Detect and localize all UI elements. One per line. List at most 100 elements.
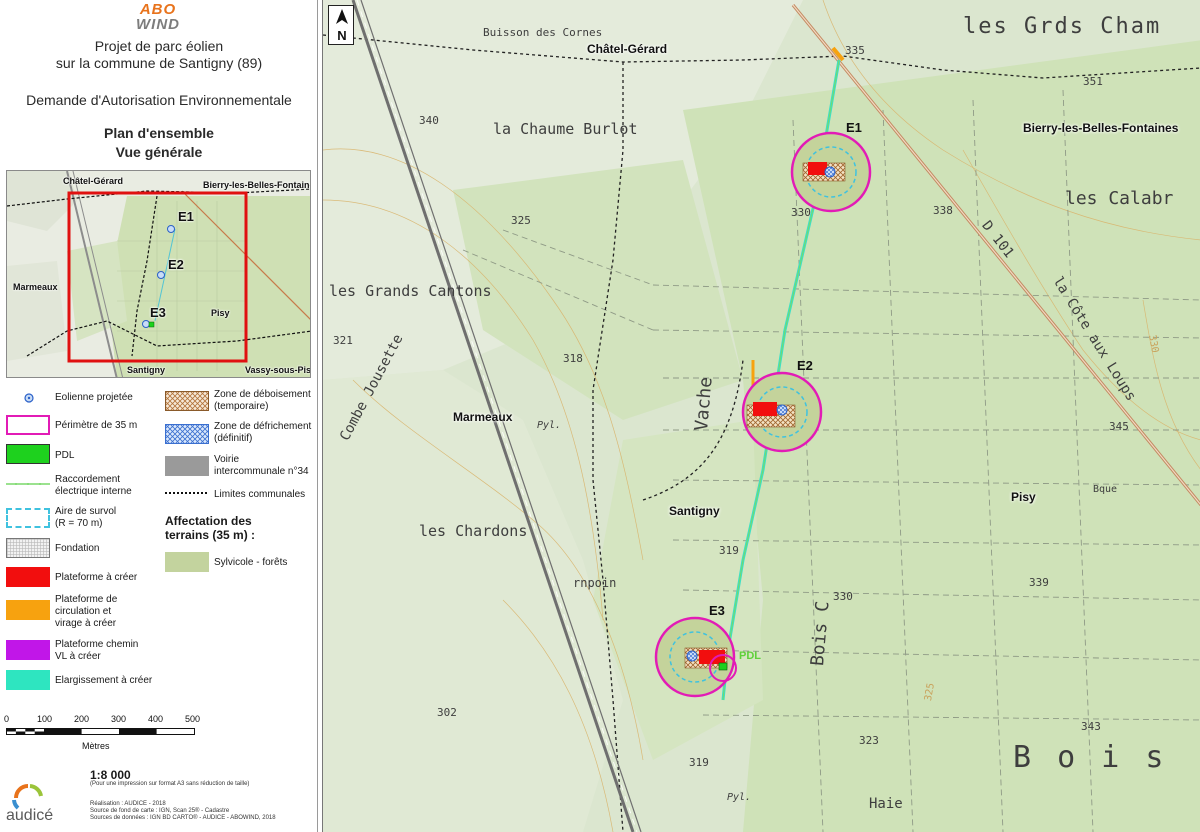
legend-circulation-2: circulation et: [55, 606, 112, 617]
overview-label-santigny: Santigny: [127, 365, 166, 375]
legend-sylvicole: Sylvicole - forêts: [214, 557, 288, 568]
map-label-santigny: Santigny: [669, 504, 720, 518]
affectation-heading: Affectation des terrains (35 m) :: [165, 514, 256, 542]
legend-defrichement-1: Zone de défrichement: [214, 421, 312, 432]
topo-calabr: les Calabr: [1065, 188, 1174, 209]
scale-tick-500: 500: [185, 714, 201, 724]
map-label-pisy: Pisy: [1011, 490, 1036, 504]
credits-block: Réalisation : AUDICE - 2018 Source de fo…: [90, 801, 276, 821]
overview-turbine-e3: E3: [150, 305, 166, 320]
topo-haie: Haie: [869, 796, 903, 812]
legend-voirie-1: Voirie: [214, 454, 240, 465]
legend-chemin-2: VL à créer: [55, 651, 101, 662]
scale-tick-0: 0: [4, 714, 10, 724]
alt-330b: 330: [833, 590, 853, 603]
overview-label-chatel: Châtel-Gérard: [63, 176, 124, 186]
demande-title: Demande d'Autorisation Environnementale: [26, 92, 292, 108]
alt-318: 318: [563, 352, 583, 365]
alt-321: 321: [333, 334, 353, 347]
sylvicole-swatch: [165, 552, 209, 572]
alt-351: 351: [1083, 75, 1103, 88]
turbine-e1[interactable]: E1: [846, 120, 862, 135]
elargissement-swatch: [6, 670, 50, 690]
map-label-chatel: Châtel-Gérard: [587, 42, 668, 56]
circulation-swatch: [6, 600, 50, 620]
legend-elargissement: Elargissement à créer: [55, 675, 153, 686]
topo-chaume: la Chaume Burlot: [493, 120, 638, 138]
legend-plateforme: Plateforme à créer: [55, 572, 138, 583]
deboisement-swatch: [165, 391, 209, 411]
audice-brand: audicé: [6, 807, 54, 824]
legend-chemin-1: Plateforme chemin: [55, 639, 139, 650]
chemin-swatch: [6, 640, 50, 660]
plan-title: Plan d'ensemble: [104, 125, 214, 141]
legend-circulation-1: Plateforme de: [55, 594, 118, 605]
legend-defrichement-2: (définitif): [214, 433, 253, 444]
turbine-e3[interactable]: E3: [709, 603, 725, 618]
pdl-swatch: [6, 444, 50, 464]
alt-330: 330: [791, 206, 811, 219]
overview-turbine-e2: E2: [168, 257, 184, 272]
scale-note: (Pour une impression sur format A3 sans …: [90, 781, 250, 787]
legend-survol-1: Aire de survol: [55, 506, 117, 517]
abo-wind-logo: ABO WIND: [136, 1, 180, 33]
overview-label-pisy: Pisy: [211, 308, 230, 318]
alt-335: 335: [845, 44, 865, 57]
topo-grands-cantons: les Grands Cantons: [329, 282, 492, 300]
survol-swatch: [6, 508, 50, 528]
fondation-swatch: [6, 538, 50, 558]
legend-deboisement-1: Zone de déboisement: [214, 389, 311, 400]
voirie-swatch: [165, 456, 209, 476]
legend-perimetre: Périmètre de 35 m: [55, 420, 138, 431]
alt-325: 325: [511, 214, 531, 227]
topo-grands-champs: les Grds Cham: [963, 14, 1162, 39]
overview-label-vassy: Vassy-sous-Pisy: [245, 365, 311, 375]
legend-panel: ABO WIND Projet de parc éolien sur la co…: [0, 0, 318, 832]
map-label-bierry: Bierry-les-Belles-Fontaines: [1023, 121, 1179, 135]
legend-pdl: PDL: [55, 450, 75, 461]
legend-fondation: Fondation: [55, 543, 100, 554]
scale-unit: Mètres: [82, 741, 110, 751]
topo-pyl-2: Pyl.: [727, 792, 752, 803]
scale-tick-400: 400: [148, 714, 164, 724]
scale-ratio: 1:8 000: [90, 768, 131, 782]
alt-319: 319: [719, 544, 739, 557]
alt-338: 338: [933, 204, 953, 217]
topo-buisson: Buisson des Cornes: [483, 26, 603, 39]
main-map[interactable]: N Buisson des Cornes les Grds Cham la Ch…: [322, 0, 1200, 832]
topo-bois: B o i s: [1013, 740, 1168, 775]
legend-voirie-2: intercommunale n°34: [214, 466, 309, 477]
scale-tick-100: 100: [37, 714, 53, 724]
alt-343: 343: [1081, 720, 1101, 733]
legend-survol-2: (R = 70 m): [55, 518, 103, 529]
overview-label-marmeaux: Marmeaux: [13, 282, 58, 292]
alt-323: 323: [859, 734, 879, 747]
topo-chardons: les Chardons: [419, 522, 528, 540]
legend-circulation-3: virage à créer: [55, 618, 117, 629]
overview-turbine-e1: E1: [178, 209, 194, 224]
defrichement-swatch: [165, 424, 209, 444]
scale-tick-200: 200: [74, 714, 90, 724]
alt-339: 339: [1029, 576, 1049, 589]
alt-345: 345: [1109, 420, 1129, 433]
scale-bar: [6, 728, 195, 735]
eolienne-symbol-icon: [24, 393, 34, 403]
topo-ipoin: rnpoin: [573, 576, 617, 590]
legend-raccordement-2: électrique interne: [55, 486, 132, 497]
north-arrow-icon: N: [328, 5, 354, 45]
legend-eolienne: Eolienne projetée: [55, 392, 133, 403]
alt-340: 340: [419, 114, 439, 127]
raccordement-swatch: [6, 483, 50, 485]
plateforme-swatch: [6, 567, 50, 587]
legend-deboisement-2: (temporaire): [214, 401, 269, 412]
turbine-e2[interactable]: E2: [797, 358, 813, 373]
overview-map[interactable]: Châtel-Gérard Bierry-les-Belles-Fontaine…: [6, 170, 311, 378]
map-label-marmeaux: Marmeaux: [453, 410, 513, 424]
pdl-label[interactable]: PDL: [739, 650, 761, 662]
limites-swatch: [165, 492, 209, 494]
alt-319b: 319: [689, 756, 709, 769]
plan-subtitle: Vue générale: [115, 144, 203, 160]
project-title-line2: sur la commune de Santigny (89): [55, 55, 263, 71]
topo-bque: Bque: [1093, 484, 1118, 495]
project-title-line1: Projet de parc éolien: [94, 38, 224, 54]
